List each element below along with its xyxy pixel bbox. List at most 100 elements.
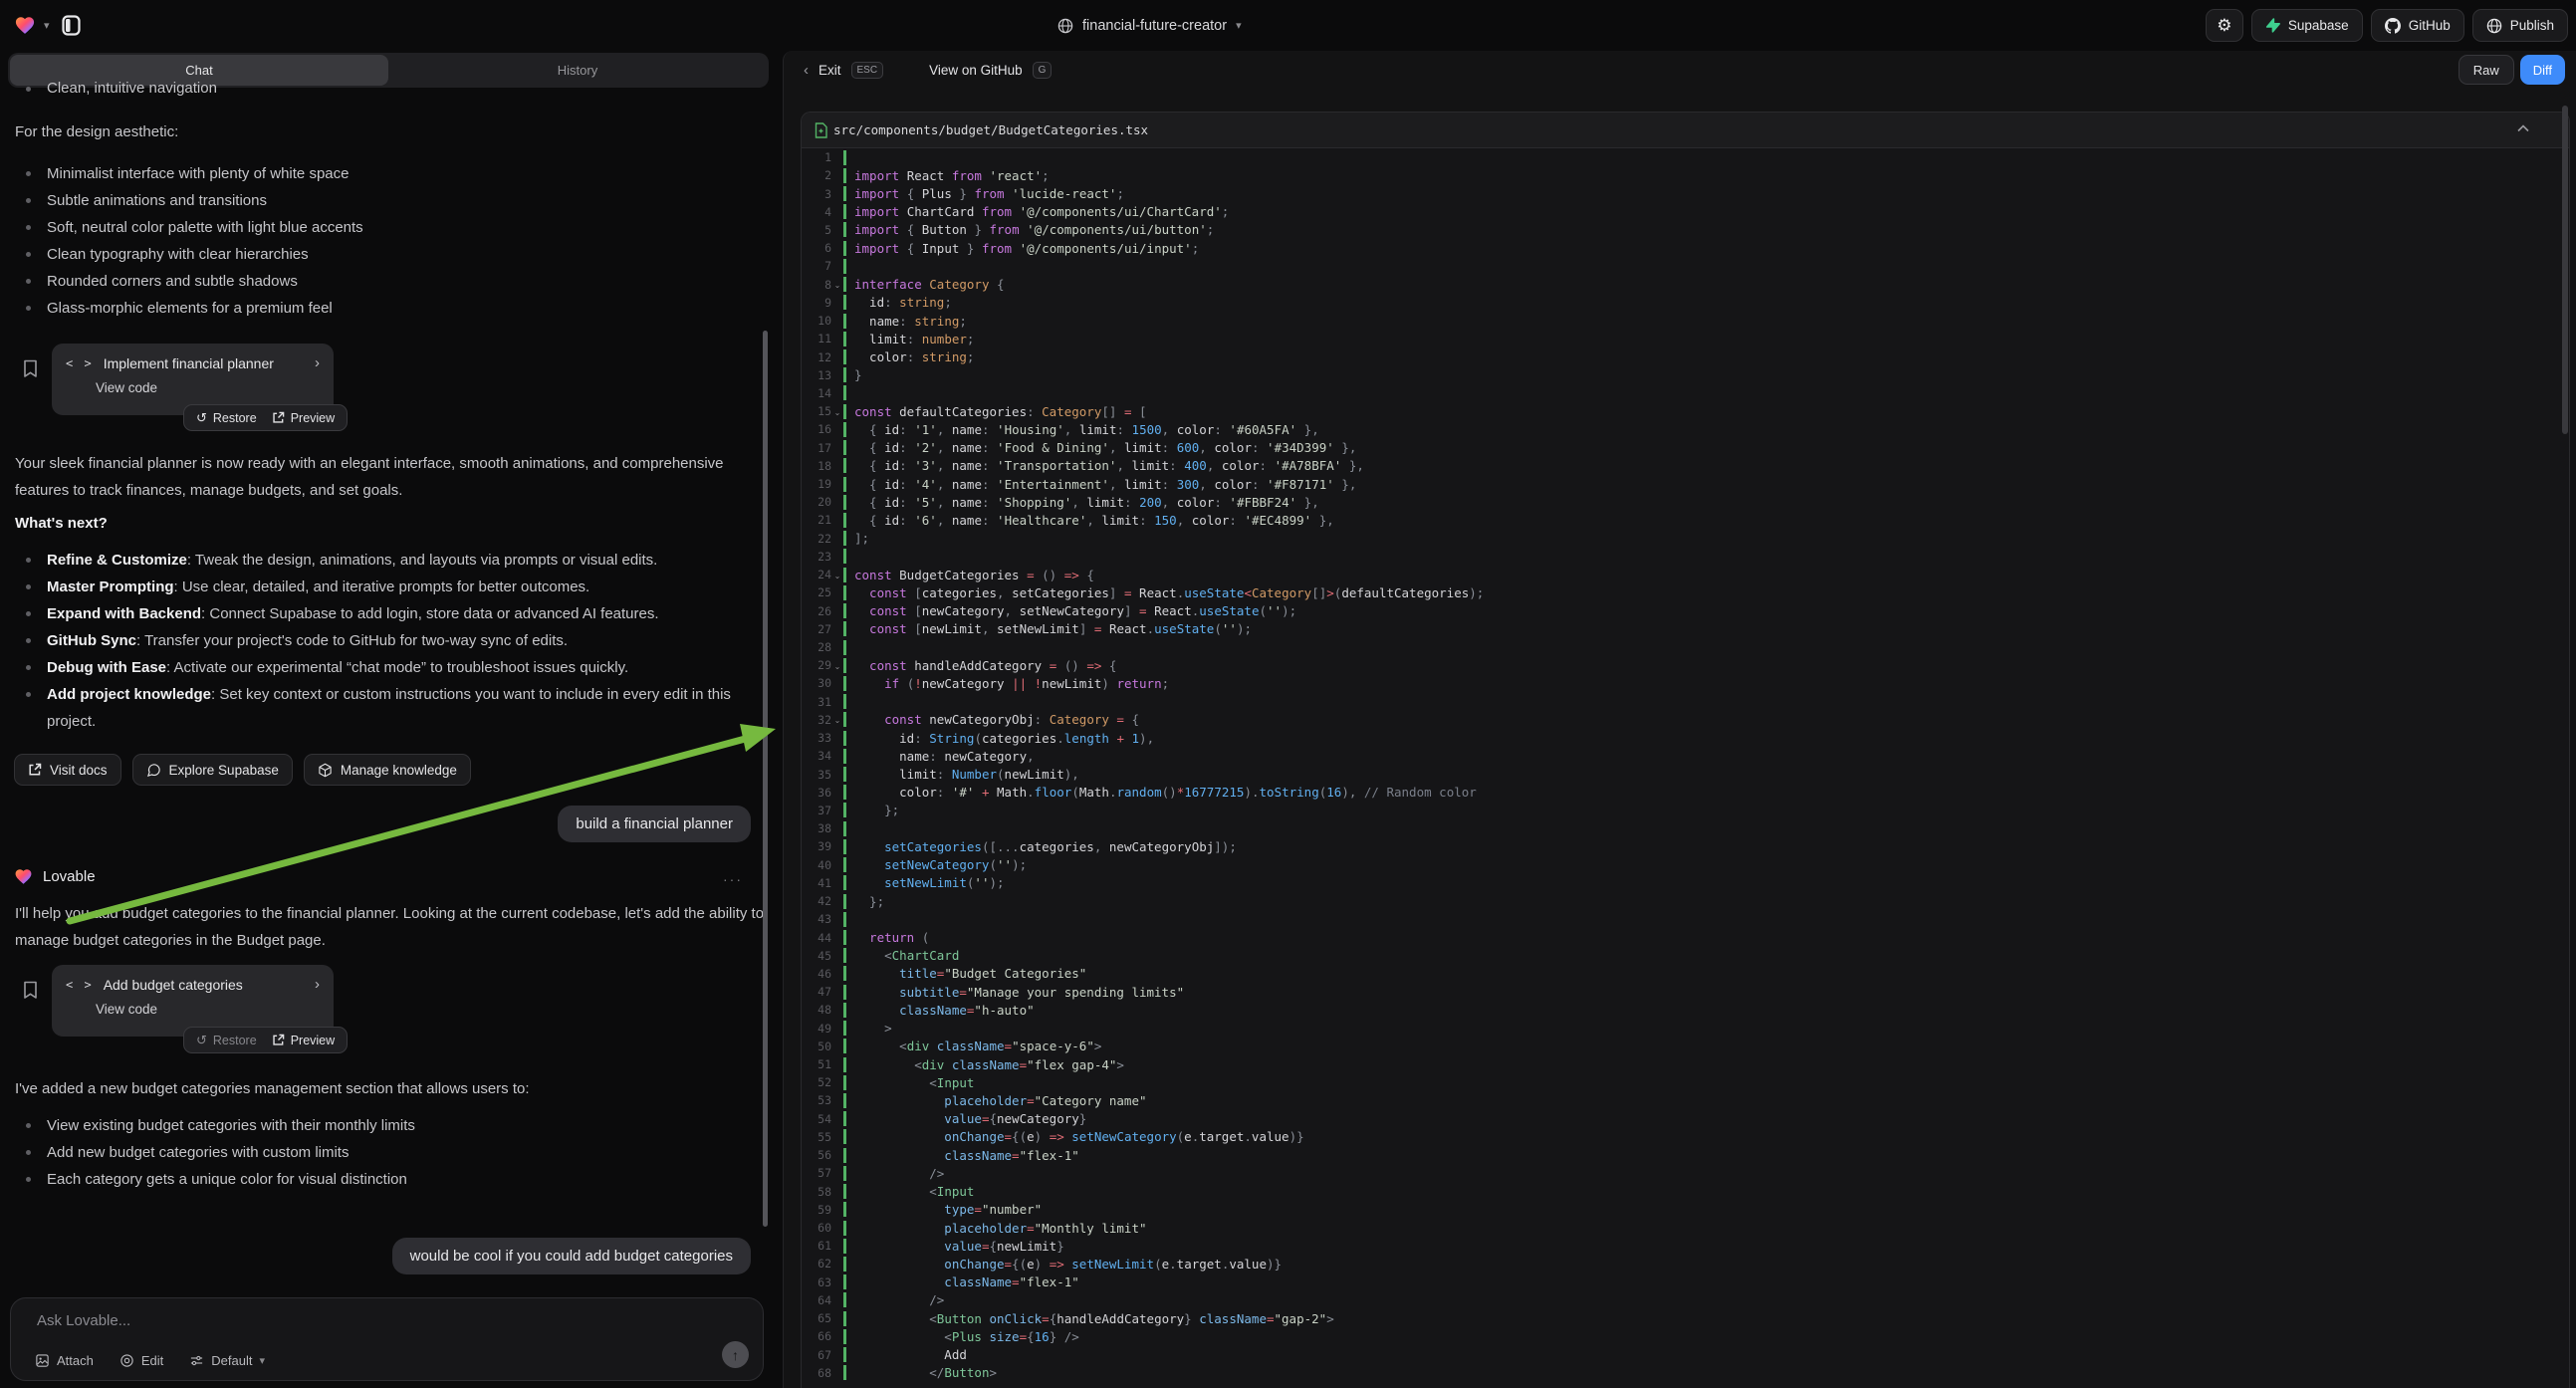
chat-scrollbar[interactable] bbox=[763, 331, 768, 1227]
list-item: Master Prompting: Use clear, detailed, a… bbox=[0, 574, 753, 600]
diff-toggle-button[interactable]: Diff bbox=[2520, 55, 2565, 85]
external-link-icon bbox=[28, 763, 42, 777]
code-line: 39 setCategories([...categories, newCate… bbox=[802, 837, 2569, 855]
line-number: 63 bbox=[802, 1275, 831, 1289]
fold-chevron-icon[interactable]: ⌄ bbox=[831, 660, 843, 671]
bullet-dot bbox=[26, 252, 31, 257]
added-features-list: View existing budget categories with the… bbox=[0, 1112, 753, 1193]
code-line: 8⌄interface Category { bbox=[802, 276, 2569, 294]
line-number: 20 bbox=[802, 495, 831, 509]
line-number: 48 bbox=[802, 1003, 831, 1017]
code-line: 45 <ChartCard bbox=[802, 947, 2569, 965]
fold-spacer bbox=[831, 1099, 843, 1101]
bullet-dot bbox=[26, 665, 31, 670]
manage-knowledge-button[interactable]: Manage knowledge bbox=[304, 754, 471, 786]
fold-spacer bbox=[831, 755, 843, 757]
supabase-button[interactable]: Supabase bbox=[2251, 9, 2363, 42]
line-number: 32 bbox=[802, 713, 831, 727]
restore-button[interactable]: ↺ Restore bbox=[196, 1033, 257, 1048]
visit-docs-button[interactable]: Visit docs bbox=[14, 754, 121, 786]
fold-spacer bbox=[831, 374, 843, 376]
chat-input-box[interactable]: Attach Edit Default ▾ ↑ bbox=[10, 1297, 764, 1381]
collapse-chevron-icon[interactable] bbox=[2517, 124, 2529, 132]
list-item: Rounded corners and subtle shadows bbox=[0, 268, 753, 295]
line-number: 37 bbox=[802, 804, 831, 817]
code-line: 58 <Input bbox=[802, 1182, 2569, 1200]
exit-button[interactable]: Exit bbox=[819, 63, 841, 78]
bullet-dot bbox=[26, 692, 31, 697]
design-bullet-list: Minimalist interface with plenty of whit… bbox=[0, 160, 753, 322]
bullet-dot bbox=[26, 171, 31, 176]
restore-button[interactable]: ↺ Restore bbox=[196, 410, 257, 426]
fold-chevron-icon[interactable]: ⌄ bbox=[831, 714, 843, 725]
bullet-dot bbox=[26, 1150, 31, 1155]
line-number: 68 bbox=[802, 1366, 831, 1380]
github-button[interactable]: GitHub bbox=[2371, 9, 2464, 42]
mode-selector[interactable]: Default ▾ bbox=[189, 1353, 265, 1368]
toggle-sidebar-button[interactable] bbox=[58, 10, 86, 40]
code-diff-view[interactable]: 1 2import React from 'react';3import { P… bbox=[802, 148, 2569, 1388]
fold-spacer bbox=[831, 1354, 843, 1356]
code-line: 16 { id: '1', name: 'Housing', limit: 15… bbox=[802, 420, 2569, 438]
user-message-bubble: build a financial planner bbox=[558, 806, 751, 842]
code-line: 43 bbox=[802, 910, 2569, 928]
chevron-right-icon: › bbox=[315, 976, 320, 993]
top-bar: ▾ financial-future-creator ▾ ⚙ Supabase bbox=[0, 0, 2576, 51]
settings-button[interactable]: ⚙ bbox=[2206, 9, 2243, 42]
send-button[interactable]: ↑ bbox=[722, 1341, 749, 1368]
chat-input[interactable] bbox=[37, 1312, 634, 1329]
preview-button[interactable]: Preview bbox=[272, 411, 335, 425]
assistant-paragraph: I'll help you add budget categories to t… bbox=[15, 900, 774, 954]
logo-chevron-down-icon[interactable]: ▾ bbox=[44, 19, 50, 32]
view-code-link[interactable]: View code bbox=[96, 380, 320, 395]
project-switcher[interactable]: financial-future-creator ▾ bbox=[1057, 0, 1242, 51]
fold-chevron-icon[interactable]: ⌄ bbox=[831, 279, 843, 290]
lovable-logo-heart-icon[interactable] bbox=[14, 15, 36, 35]
list-item: Clean, intuitive navigation bbox=[0, 76, 217, 102]
line-number: 31 bbox=[802, 695, 831, 709]
code-line: 15⌄const defaultCategories: Category[] =… bbox=[802, 402, 2569, 420]
code-line: 20 { id: '5', name: 'Shopping', limit: 2… bbox=[802, 493, 2569, 511]
code-line: 68 </Button> bbox=[802, 1364, 2569, 1382]
view-code-link[interactable]: View code bbox=[96, 1002, 320, 1017]
github-label: GitHub bbox=[2409, 18, 2451, 33]
code-line: 36 color: '#' + Math.floor(Math.random()… bbox=[802, 784, 2569, 802]
assistant-name: Lovable bbox=[43, 868, 96, 885]
code-line: 30 if (!newCategory || !newLimit) return… bbox=[802, 674, 2569, 692]
bookmark-icon[interactable] bbox=[23, 981, 38, 1000]
code-line: 65 <Button onClick={handleAddCategory} c… bbox=[802, 1309, 2569, 1327]
preview-button[interactable]: Preview bbox=[272, 1034, 335, 1047]
fold-spacer bbox=[831, 628, 843, 630]
line-number: 27 bbox=[802, 622, 831, 636]
edit-button[interactable]: Edit bbox=[119, 1353, 163, 1368]
fold-chevron-icon[interactable]: ⌄ bbox=[831, 570, 843, 580]
line-number: 43 bbox=[802, 912, 831, 926]
fold-spacer bbox=[831, 845, 843, 847]
line-number: 35 bbox=[802, 768, 831, 782]
code-line: 52 <Input bbox=[802, 1073, 2569, 1091]
fold-spacer bbox=[831, 1118, 843, 1120]
back-chevron-icon[interactable]: ‹ bbox=[804, 62, 809, 79]
code-line: 29⌄ const handleAddCategory = () => { bbox=[802, 656, 2569, 674]
publish-button[interactable]: Publish bbox=[2472, 9, 2568, 42]
supabase-bolt-icon bbox=[2265, 18, 2280, 34]
explore-supabase-button[interactable]: Explore Supabase bbox=[132, 754, 293, 786]
chat-bubble-icon bbox=[146, 763, 161, 778]
fold-spacer bbox=[831, 937, 843, 939]
line-number: 42 bbox=[802, 894, 831, 908]
list-item: Glass-morphic elements for a premium fee… bbox=[0, 295, 753, 322]
bookmark-icon[interactable] bbox=[23, 359, 38, 378]
fold-spacer bbox=[831, 1009, 843, 1011]
code-scrollbar[interactable] bbox=[2562, 106, 2568, 434]
file-path: src/components/budget/BudgetCategories.t… bbox=[833, 122, 1148, 137]
view-on-github-button[interactable]: View on GitHub bbox=[929, 63, 1023, 78]
raw-toggle-button[interactable]: Raw bbox=[2459, 55, 2514, 85]
file-header[interactable]: src/components/budget/BudgetCategories.t… bbox=[802, 113, 2569, 148]
line-number: 12 bbox=[802, 350, 831, 364]
attach-button[interactable]: Attach bbox=[35, 1353, 94, 1368]
assistant-paragraph: Your sleek financial planner is now read… bbox=[15, 450, 764, 504]
tab-history[interactable]: History bbox=[388, 55, 767, 86]
fold-chevron-icon[interactable]: ⌄ bbox=[831, 406, 843, 417]
fold-spacer bbox=[831, 229, 843, 231]
message-menu-button[interactable]: ··· bbox=[723, 871, 743, 887]
